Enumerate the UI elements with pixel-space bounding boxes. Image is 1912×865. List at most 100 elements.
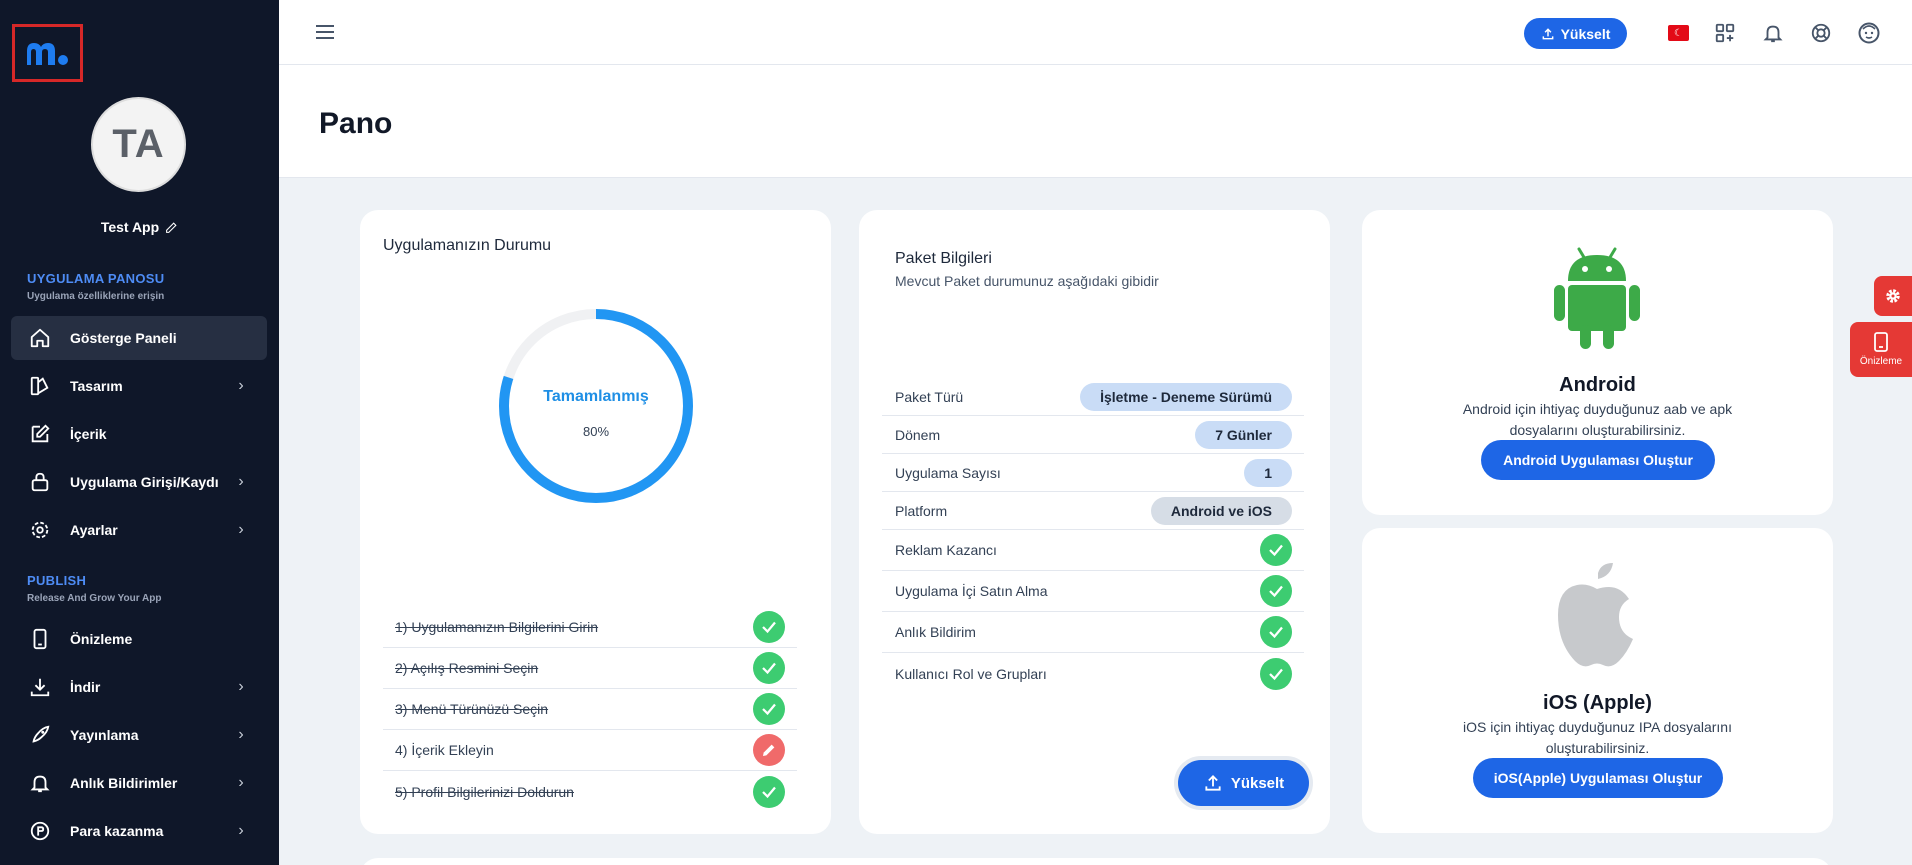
sidebar-item-publishing[interactable]: Yayınlama › [11,713,267,757]
phone-icon [28,627,52,651]
upload-icon [1205,775,1221,791]
page-title: Pano [319,107,393,140]
bell-icon[interactable] [1760,20,1786,46]
user-profile-icon[interactable] [1856,20,1882,46]
app-status-card: Uygulamanızın Durumu Tamamlanmış 80% 1) … [360,210,831,834]
menu-toggle-icon[interactable] [313,20,337,44]
download-icon [28,675,52,699]
step-row[interactable]: 1) Uygulamanızın Bilgilerini Girin [383,607,797,648]
pencil-icon[interactable] [165,221,178,234]
sidebar-item-dashboard[interactable]: Gösterge Paneli [11,316,267,360]
android-card: Android Android için ihtiyaç duyduğunuz … [1362,210,1833,515]
sidebar-item-download[interactable]: İndir › [11,665,267,709]
sidebar-item-label: Para kazanma [70,823,164,839]
step-label: 4) İçerik Ekleyin [395,742,494,758]
chevron-right-icon: › [238,377,244,394]
upgrade-button[interactable]: Yükselt [1178,760,1309,806]
chevron-right-icon: › [238,774,244,791]
check-icon[interactable] [753,652,785,684]
floating-settings-button[interactable] [1874,276,1912,316]
step-row[interactable]: 2) Açılış Resmini Seçin [383,648,797,689]
home-icon [28,326,52,350]
donut-label: Tamamlanmış [543,388,649,405]
android-icon [1554,247,1640,349]
check-icon [1260,534,1292,566]
android-title: Android [1559,374,1636,396]
lock-icon [28,470,52,494]
sidebar-item-notifications[interactable]: Anlık Bildirimler › [11,761,267,805]
status-card-title: Uygulamanızın Durumu [383,237,552,254]
apps-icon[interactable] [1712,20,1738,46]
create-ios-app-button[interactable]: iOS(Apple) Uygulaması Oluştur [1473,758,1723,798]
app-name-row[interactable]: Test App [0,219,279,235]
package-info-card: Paket Bilgileri Mevcut Paket durumunuz a… [859,210,1330,834]
check-icon[interactable] [753,693,785,725]
design-icon [28,374,52,398]
step-label: 3) Menü Türünüzü Seçin [395,701,549,717]
chevron-right-icon: › [238,678,244,695]
package-row-push: Anlık Bildirim [882,612,1304,653]
gear-icon [1886,289,1900,303]
floating-preview-button[interactable]: Önizleme [1850,322,1912,377]
package-row-period: Dönem 7 Günler [882,416,1304,454]
period-pill: 7 Günler [1195,420,1292,449]
sidebar-item-label: Yayınlama [70,727,139,743]
package-card-subtitle: Mevcut Paket durumunuz aşağıdaki gibidir [895,273,1159,289]
step-label: 5) Profil Bilgilerinizi Doldurun [395,783,574,800]
app-logo[interactable] [12,24,83,82]
android-description: Android için ihtiyaç duyduğunuz aab ve a… [1462,401,1733,438]
package-row-key: Reklam Kazancı [895,542,997,558]
edit-icon [28,422,52,446]
check-icon [1260,616,1292,648]
sidebar: TA Test App UYGULAMA PANOSU Uygulama öze… [0,0,279,865]
package-row-key: Anlık Bildirim [895,624,976,640]
check-icon[interactable] [753,611,785,643]
check-icon[interactable] [753,775,785,808]
step-row[interactable]: 3) Menü Türünüzü Seçin [383,689,797,730]
sidebar-item-content[interactable]: İçerik [11,412,267,456]
sidebar-item-label: Önizleme [70,631,133,647]
chevron-right-icon: › [238,521,244,538]
avatar[interactable]: TA [91,97,186,192]
package-row-ad-revenue: Reklam Kazancı [882,530,1304,571]
sidebar-item-login[interactable]: Uygulama Girişi/Kaydı › [11,460,267,504]
chevron-right-icon: › [238,822,244,839]
ios-title: iOS (Apple) [1543,692,1652,714]
chevron-right-icon: › [238,726,244,743]
package-row-key: Dönem [895,426,941,443]
money-icon [28,819,52,843]
package-row-key: Paket Türü [895,388,964,405]
donut-percent: 80% [582,424,610,439]
package-type-pill: İşletme - Deneme Sürümü [1080,382,1292,411]
platform-pill: Android ve iOS [1150,496,1292,525]
logo-icon [26,43,68,65]
apple-icon [1558,563,1633,667]
sidebar-item-settings[interactable]: Ayarlar › [11,508,267,552]
rocket-icon [28,723,52,747]
section-title-publish: PUBLISH [27,573,87,588]
package-row-key: Uygulama Sayısı [895,464,1001,481]
sidebar-item-label: Ayarlar [70,522,118,538]
sidebar-item-label: Anlık Bildirimler [70,775,178,791]
package-row-platform: Platform Android ve iOS [882,492,1304,530]
upgrade-label: Yükselt [1230,774,1285,792]
gear-icon [28,518,52,542]
sidebar-item-preview[interactable]: Önizleme [11,617,267,661]
sidebar-item-design[interactable]: Tasarım › [11,364,267,408]
step-label: 2) Açılış Resmini Seçin [395,660,539,676]
pencil-icon[interactable] [753,734,785,766]
package-row-in-app-purchase: Uygulama İçi Satın Alma [882,571,1304,612]
step-row[interactable]: 5) Profil Bilgilerinizi Doldurun [383,771,797,812]
app-name: Test App [100,219,160,235]
upgrade-button-top[interactable]: Yükselt [1524,18,1627,49]
sidebar-item-label: Gösterge Paneli [70,330,177,346]
sidebar-item-monetization[interactable]: Para kazanma › [11,809,267,853]
sidebar-item-label: İndir [70,679,101,695]
language-flag-icon[interactable]: ☾ [1668,25,1689,41]
step-row[interactable]: 4) İçerik Ekleyin [383,730,797,771]
help-lifebuoy-icon[interactable] [1808,20,1834,46]
package-card-title: Paket Bilgileri [895,250,992,267]
create-android-app-button[interactable]: Android Uygulaması Oluştur [1481,440,1715,480]
package-row-user-roles: Kullanıcı Rol ve Grupları [882,653,1304,694]
topbar: Yükselt ☾ [279,0,1912,65]
